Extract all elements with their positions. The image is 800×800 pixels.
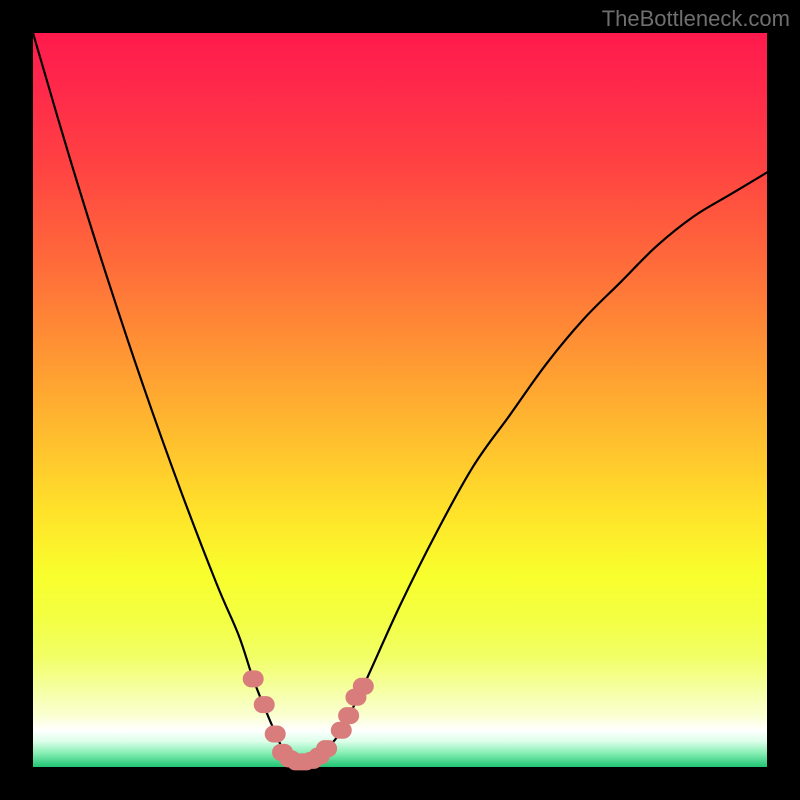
curve-marker bbox=[339, 708, 359, 724]
curve-marker bbox=[317, 741, 337, 757]
curve-marker bbox=[265, 726, 285, 742]
plot-area bbox=[33, 33, 767, 767]
curve-right-segment bbox=[297, 172, 767, 762]
curve-marker bbox=[331, 722, 351, 738]
marker-group bbox=[243, 671, 373, 770]
watermark-text: TheBottleneck.com bbox=[602, 6, 790, 32]
curve-marker bbox=[353, 678, 373, 694]
curve-left-segment bbox=[33, 33, 297, 762]
bottleneck-curve-svg bbox=[33, 33, 767, 767]
chart-frame: TheBottleneck.com bbox=[0, 0, 800, 800]
curve-marker bbox=[243, 671, 263, 687]
curve-marker bbox=[254, 697, 274, 713]
